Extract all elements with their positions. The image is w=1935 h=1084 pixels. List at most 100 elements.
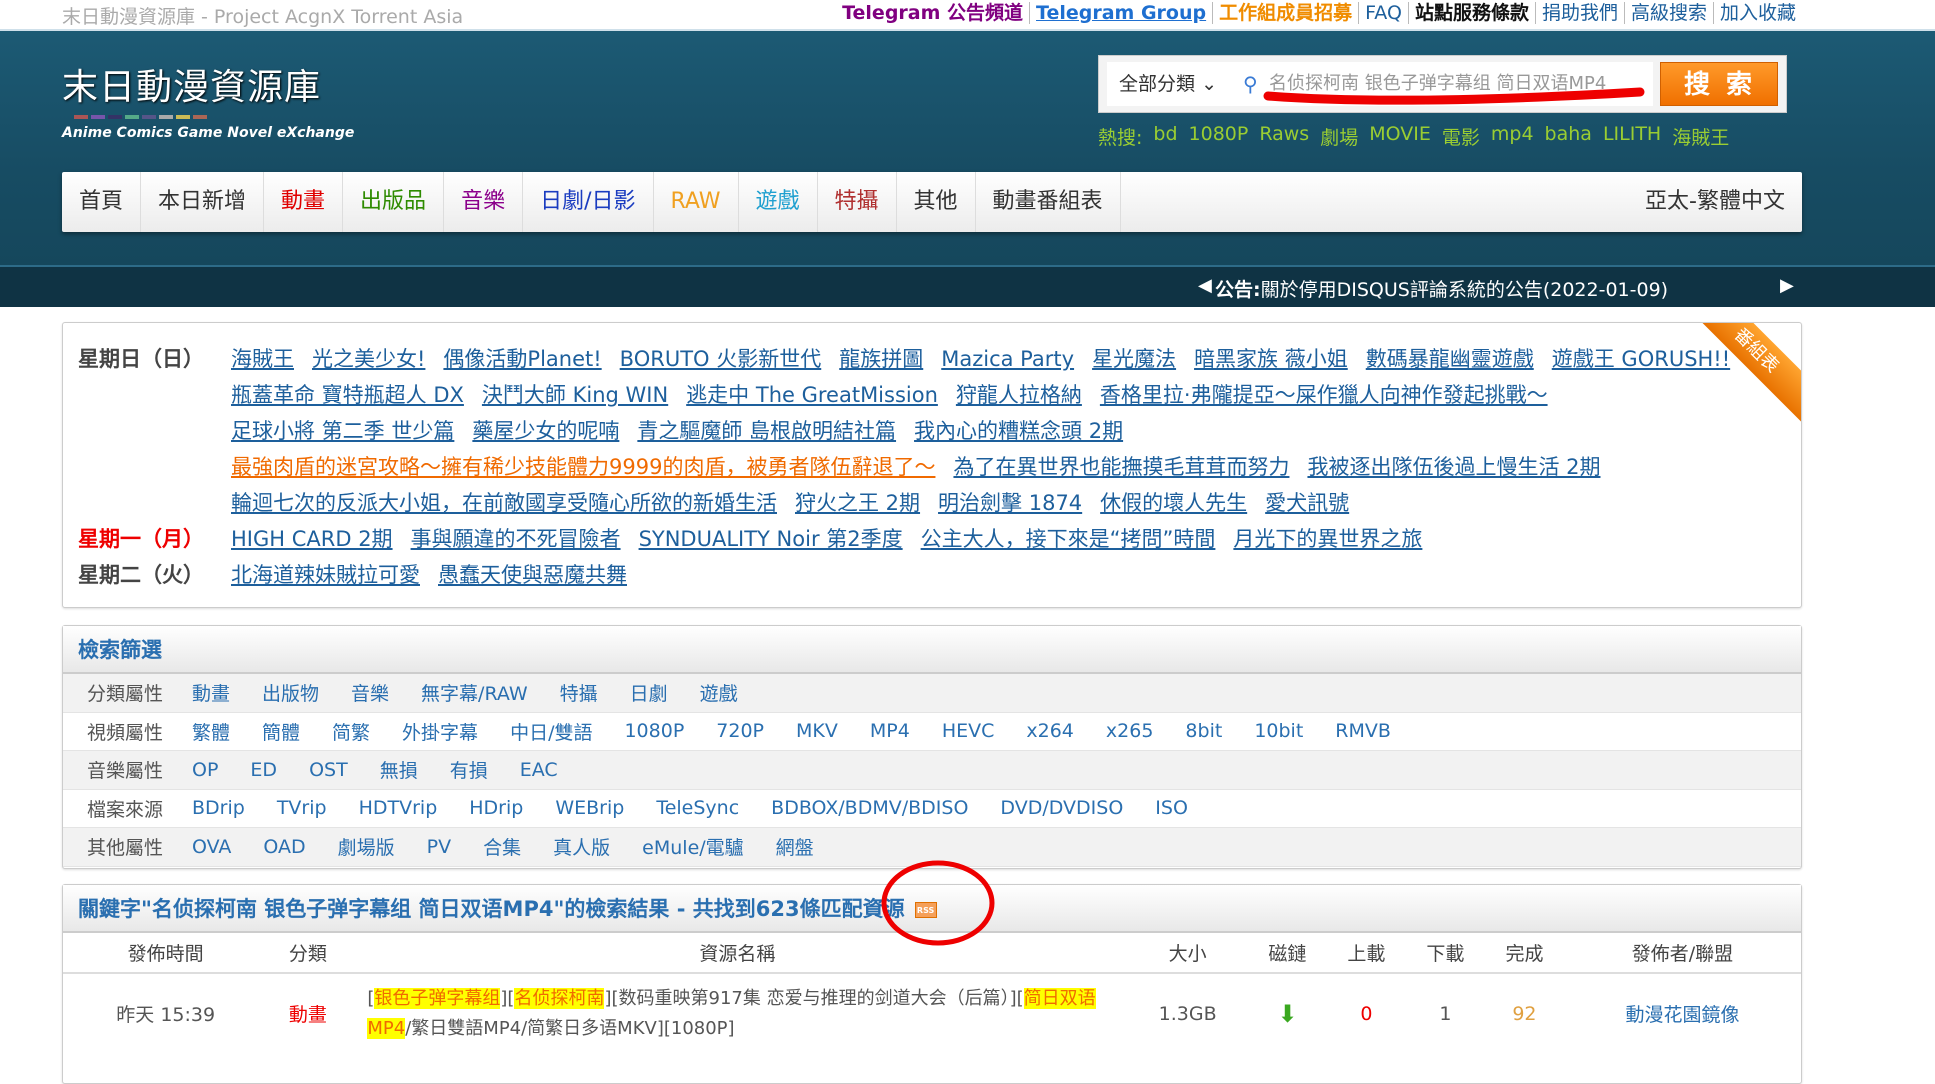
top-link[interactable]: 高級搜索 — [1623, 2, 1713, 24]
magnet-link[interactable]: ⬇ — [1248, 973, 1327, 1053]
nav-item[interactable]: 本日新增 — [141, 172, 265, 232]
anime-title-link[interactable]: 青之驅魔師 島根啟明結社篇 — [637, 413, 896, 449]
filter-option[interactable]: 720P — [716, 720, 764, 742]
column-header[interactable]: 發佈時間 — [63, 933, 269, 974]
filter-option[interactable]: 有損 — [450, 756, 488, 783]
filter-option[interactable]: 简繁 — [332, 718, 370, 745]
anime-title-link[interactable]: 光之美少女! — [312, 341, 425, 377]
anime-title-link[interactable]: 我被逐出隊伍後過上慢生活 2期 — [1307, 449, 1600, 485]
filter-option[interactable]: OP — [192, 759, 218, 781]
column-header[interactable]: 上載 — [1326, 933, 1406, 974]
chevron-left-icon[interactable]: ◀ — [1198, 275, 1212, 296]
hot-search-term[interactable]: 海賊王 — [1672, 123, 1729, 150]
filter-option[interactable]: PV — [427, 836, 451, 858]
language-select[interactable]: 亞太-繁體中文 — [1628, 172, 1802, 232]
filter-option[interactable]: 中日/雙語 — [510, 718, 592, 745]
nav-item[interactable]: 日劇/日影 — [523, 172, 654, 232]
filter-option[interactable]: DVD/DVDISO — [1000, 797, 1123, 819]
anime-title-link[interactable]: 愛犬訊號 — [1265, 485, 1349, 521]
logo[interactable]: 末日動漫資源庫 Anime Comics Game Novel eXchange — [62, 67, 382, 142]
anime-title-link[interactable]: 藥屋少女的呢喃 — [472, 413, 619, 449]
announcement[interactable]: 公告:關於停用DISQUS評論系統的公告(2022-01-09) — [1215, 275, 1668, 302]
filter-option[interactable]: 繁體 — [192, 718, 230, 745]
filter-option[interactable]: OAD — [263, 836, 305, 858]
filter-option[interactable]: 日劇 — [630, 679, 668, 706]
anime-title-link[interactable]: 暗黑家族 薇小姐 — [1194, 341, 1348, 377]
anime-title-link[interactable]: 為了在異世界也能撫摸毛茸茸而努力 — [953, 449, 1289, 485]
anime-title-link[interactable]: 明治劍擊 1874 — [938, 485, 1082, 521]
filter-option[interactable]: 1080P — [624, 720, 684, 742]
resource-name-link[interactable]: [银色子弹字幕组][名侦探柯南][数码重映第917集 恋爱与推理的剑道大会（后篇… — [347, 973, 1127, 1053]
anime-title-link[interactable]: 足球小將 第二季 世少篇 — [231, 413, 454, 449]
filter-option[interactable]: eMule/電驢 — [642, 833, 744, 860]
top-link[interactable]: FAQ — [1358, 2, 1408, 24]
filter-option[interactable]: EAC — [520, 759, 558, 781]
hot-search-term[interactable]: Raws — [1259, 123, 1309, 150]
search-input[interactable]: ⚲ 名侦探柯南 银色子弹字幕组 简日双语MP4 — [1235, 62, 1653, 106]
filter-option[interactable]: 真人版 — [553, 833, 610, 860]
filter-option[interactable]: 8bit — [1185, 720, 1222, 742]
nav-item[interactable]: 其他 — [897, 172, 976, 232]
top-link[interactable]: 捐助我們 — [1534, 2, 1624, 24]
anime-title-link[interactable]: 北海道辣妹賊拉可愛 — [231, 557, 420, 593]
filter-option[interactable]: x265 — [1106, 720, 1154, 742]
anime-title-link[interactable]: 海賊王 — [231, 341, 294, 377]
filter-option[interactable]: OST — [309, 759, 348, 781]
anime-title-link[interactable]: 狩龍人拉格納 — [956, 377, 1082, 413]
anime-title-link[interactable]: 休假的壞人先生 — [1100, 485, 1247, 521]
anime-title-link[interactable]: 月光下的異世界之旅 — [1233, 521, 1422, 557]
filter-option[interactable]: 簡體 — [262, 718, 300, 745]
rss-icon[interactable]: RSS — [914, 902, 937, 918]
anime-title-link[interactable]: 瓶蓋革命 寶特瓶超人 DX — [231, 377, 464, 413]
top-link[interactable]: 站點服務條款 — [1407, 2, 1535, 24]
filter-option[interactable]: 音樂 — [351, 679, 389, 706]
column-header[interactable]: 分類 — [268, 933, 348, 974]
anime-title-link[interactable]: Mazica Party — [941, 341, 1074, 377]
filter-option[interactable]: BDBOX/BDMV/BDISO — [771, 797, 968, 819]
top-link[interactable]: Telegram 公告頻道 — [836, 2, 1029, 24]
nav-item[interactable]: 音樂 — [444, 172, 524, 232]
column-header[interactable]: 完成 — [1484, 933, 1564, 974]
anime-title-link[interactable]: 偶像活動Planet! — [443, 341, 601, 377]
column-header[interactable]: 下載 — [1405, 933, 1485, 974]
anime-title-link[interactable]: 我內心的糟糕念頭 2期 — [914, 413, 1123, 449]
filter-option[interactable]: 網盤 — [776, 833, 814, 860]
filter-option[interactable]: HEVC — [942, 720, 995, 742]
anime-title-link[interactable]: 龍族拼圖 — [839, 341, 923, 377]
anime-title-link[interactable]: 狩火之王 2期 — [795, 485, 920, 521]
filter-option[interactable]: 無字幕/RAW — [421, 679, 528, 706]
anime-title-link[interactable]: 公主大人，接下來是“拷問”時間 — [921, 521, 1216, 557]
hot-search-term[interactable]: 1080P — [1189, 123, 1249, 150]
filter-option[interactable]: TVrip — [277, 797, 327, 819]
filter-option[interactable]: 合集 — [483, 833, 521, 860]
nav-item[interactable]: RAW — [654, 172, 739, 232]
nav-item[interactable]: 動畫番組表 — [976, 172, 1121, 232]
anime-title-link[interactable]: 遊戲王 GORUSH!! — [1552, 341, 1730, 377]
top-link[interactable]: 加入收藏 — [1712, 2, 1802, 24]
filter-option[interactable]: 特攝 — [560, 679, 598, 706]
filter-option[interactable]: 劇場版 — [338, 833, 395, 860]
anime-title-link[interactable]: 輪迴七次的反派大小姐，在前敵國享受隨心所欲的新婚生活 — [231, 485, 777, 521]
anime-title-link[interactable]: 香格里拉·弗隴提亞～屎作獵人向神作發起挑戰～ — [1100, 377, 1548, 413]
top-link[interactable]: 工作組成員招募 — [1212, 2, 1358, 24]
anime-title-link[interactable]: 愚蠢天使與惡魔共舞 — [438, 557, 627, 593]
hot-search-term[interactable]: 劇場 — [1320, 123, 1358, 150]
filter-option[interactable]: 動畫 — [192, 679, 230, 706]
nav-item[interactable]: 特攝 — [818, 172, 897, 232]
anime-title-link[interactable]: BORUTO 火影新世代 — [620, 341, 822, 377]
hot-search-term[interactable]: LILITH — [1603, 123, 1661, 150]
anime-title-link[interactable]: 逃走中 The GreatMission — [686, 377, 938, 413]
anime-title-link[interactable]: SYNDUALITY Noir 第2季度 — [639, 521, 903, 557]
top-link[interactable]: Telegram Group — [1029, 2, 1212, 24]
column-header[interactable]: 磁鏈 — [1247, 933, 1327, 974]
nav-item[interactable]: 出版品 — [343, 172, 445, 232]
hot-search-term[interactable]: MOVIE — [1369, 123, 1431, 150]
filter-option[interactable]: BDrip — [192, 797, 245, 819]
filter-option[interactable]: MP4 — [870, 720, 910, 742]
search-button[interactable]: 搜索 — [1660, 62, 1778, 106]
anime-title-link[interactable]: 決鬥大師 King WIN — [482, 377, 668, 413]
filter-option[interactable]: 外掛字幕 — [402, 718, 478, 745]
anime-title-link[interactable]: 最強肉盾的迷宮攻略～擁有稀少技能體力9999的肉盾，被勇者隊伍辭退了～ — [231, 449, 935, 485]
filter-option[interactable]: WEBrip — [555, 797, 624, 819]
publisher-link[interactable]: 動漫花園鏡像 — [1564, 973, 1801, 1053]
